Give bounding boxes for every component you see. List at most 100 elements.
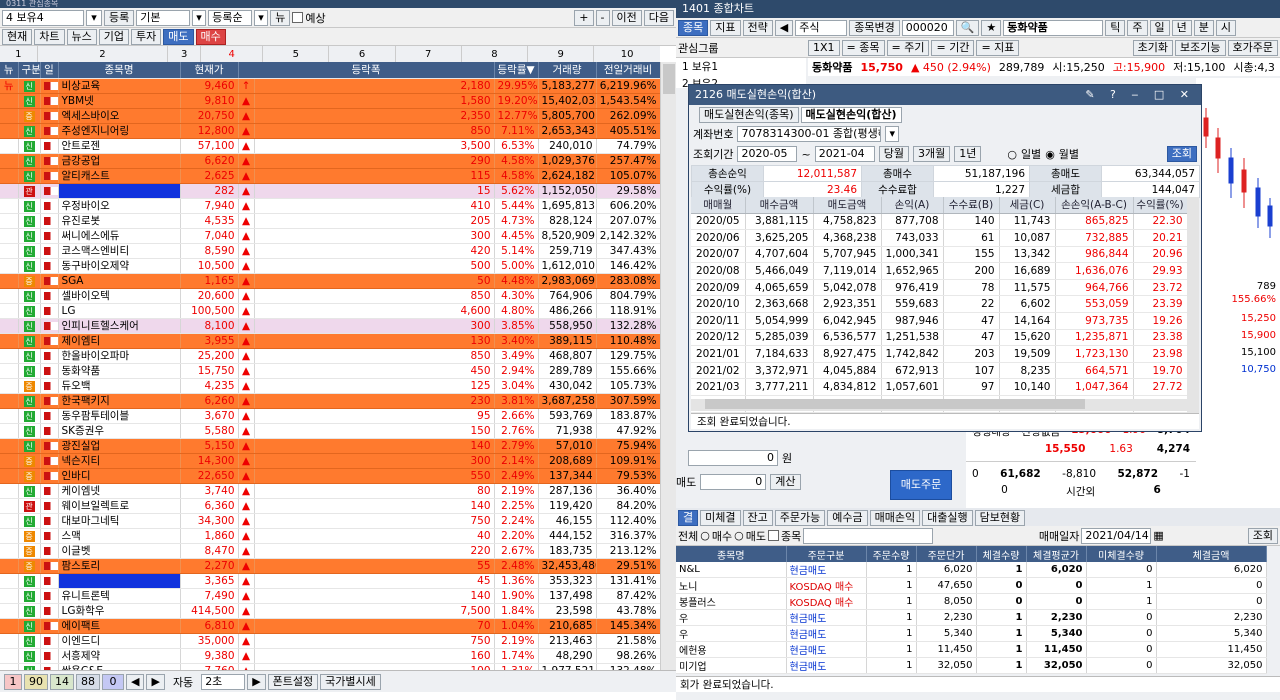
one-year-button[interactable]: 1년 (954, 146, 982, 162)
tab-pnl[interactable]: 매매손익 (869, 509, 921, 526)
stock-name[interactable]: 이글벳 (58, 543, 181, 559)
chart-tab-strategy[interactable]: 전략 (742, 19, 773, 36)
tab-orderable[interactable]: 주문가능 (774, 509, 826, 526)
profit-col-header[interactable]: 매매월 (691, 197, 746, 214)
sort-dropdown-icon[interactable]: ▾ (254, 9, 269, 26)
new-button[interactable]: 뉴 (270, 9, 291, 26)
stock-name[interactable]: LG (58, 303, 181, 319)
tab-loan[interactable]: 대출실행 (922, 509, 973, 526)
stock-name[interactable]: YBM넷 (58, 93, 181, 109)
aux-button[interactable]: 보조기능 (1175, 39, 1226, 56)
profit-col-header[interactable]: 손익(A) (881, 197, 944, 214)
col-new[interactable]: 뉴 (0, 62, 19, 79)
watchlist-row[interactable]: 신 유진로봇 4,535 ▲ 205 4.73% 828,124 207.07% (0, 213, 661, 229)
group-dropdown-icon[interactable]: ▾ (86, 9, 102, 26)
sell-qty-input[interactable]: 0 (700, 474, 767, 490)
watchlist-row[interactable]: 신 유니트론텍 7,490 ▲ 140 1.90% 137,498 87.42% (0, 588, 661, 604)
stock-name[interactable]: LG화학우 (58, 603, 181, 619)
watchlist-row[interactable]: 뉴 신 비상교육 9,460 ↑ 2,180 29.95% 5,183,277 6,219.96… (0, 78, 661, 94)
col-name[interactable]: 종목명 (58, 62, 181, 79)
stock-name[interactable]: 엑세스바이오 (58, 108, 181, 124)
period-day[interactable]: 일 (1149, 19, 1170, 36)
query-button[interactable]: 조회 (1166, 146, 1197, 162)
order-row[interactable]: 봉플러스 KOSDAQ 매수 1 8,050 0 0 1 0 (676, 593, 1267, 610)
search-icon[interactable]: 🔍 (955, 19, 980, 36)
stock-name[interactable]: 인피니트헬스케어 (58, 318, 181, 334)
tab-profit-by-stock[interactable]: 매도실현손익(종목) (699, 107, 799, 123)
watchlist-row[interactable]: 신 동우팜투테이블 3,670 ▲ 95 2.66% 593,769 183.87% (0, 408, 661, 424)
watchlist-row[interactable]: 신 동구바이오제약 10,500 ▲ 500 5.00% 1,612,010 146.42% (0, 258, 661, 274)
play-icon[interactable]: ▶ (247, 673, 266, 690)
watchlist-row[interactable]: 신 주성엔지니어링 12,800 ▲ 850 7.11% 2,653,343 405.51% (0, 123, 661, 139)
profit-row[interactable]: 2020/11 5,054,999 6,042,945 987,946 47 14,164… (691, 312, 1188, 330)
tab-chart[interactable]: 차트 (34, 28, 65, 45)
watchlist-row[interactable]: 신 케이엠넷 3,740 ▲ 80 2.19% 287,136 36.40% (0, 483, 661, 499)
stock-name[interactable]: 동구바이오제약 (58, 258, 181, 274)
sync-period[interactable]: = 주기 (886, 39, 930, 56)
stock-name[interactable]: 동우팜투테이블 (58, 408, 181, 424)
watchlist-row[interactable]: 신 이엔드디 35,000 ▲ 750 2.19% 213,463 21.58% (0, 633, 661, 649)
col-price[interactable]: 현재가 (180, 62, 239, 79)
col-type[interactable]: 구분 (18, 62, 41, 79)
order-col-header[interactable]: 주문구분 (786, 546, 867, 562)
interval-select[interactable]: 2초 (201, 673, 246, 690)
stock-name[interactable]: 한국팩키지 (58, 393, 181, 409)
stock-name[interactable]: 유니트론텍 (58, 588, 181, 604)
chart-tab-stock[interactable]: 종목 (678, 19, 709, 36)
tab-sell[interactable]: 매도 (163, 28, 194, 45)
order-col-header[interactable]: 주문수량 (866, 546, 917, 562)
col-prev-ratio[interactable]: 전일거래비 (596, 62, 661, 79)
col-volume[interactable]: 거래량 (538, 62, 597, 79)
minus-button[interactable]: - (595, 9, 610, 26)
tab-unexecuted[interactable]: 미체결 (700, 509, 741, 526)
watchlist-row[interactable]: 신 YBM넷 9,810 ▲ 1,580 19.20% 15,402,035 1,543.54… (0, 93, 661, 109)
stock-name[interactable]: 셀바이오텍 (58, 288, 181, 304)
radio-daily-icon[interactable]: ○ (1007, 148, 1017, 161)
col-day[interactable]: 일 (40, 62, 59, 79)
watchlist-row[interactable]: 신 3,365 ▲ 45 1.36% 353,323 131.41% (0, 573, 661, 589)
chart-prev-icon[interactable]: ◀ (774, 19, 794, 36)
stock-checkbox[interactable] (767, 530, 779, 541)
stock-name[interactable]: 넥슨지티 (58, 453, 181, 469)
month-button[interactable]: 당월 (878, 146, 909, 162)
type-select[interactable]: 주식 (795, 19, 848, 36)
order-row[interactable]: 우 현금매도 1 2,230 1 2,230 0 2,230 (676, 609, 1267, 626)
watchlist-row[interactable]: 신 LG 100,500 ▲ 4,600 4.80% 486,266 118.91% (0, 303, 661, 319)
price-chart-area[interactable] (1196, 78, 1280, 246)
profit-col-header[interactable]: 수익률(%) (1133, 197, 1188, 214)
order-row[interactable]: 노니 KOSDAQ 매수 1 47,650 0 0 1 0 (676, 577, 1267, 594)
watchlist-row[interactable]: 신 코스맥스엔비티 8,590 ▲ 420 5.14% 259,719 347.43% (0, 243, 661, 259)
stock-name[interactable] (58, 573, 181, 589)
profit-row[interactable]: 2020/10 2,363,668 2,923,351 559,683 22 6,602 5… (691, 295, 1188, 314)
order-col-header[interactable]: 체결수량 (976, 546, 1027, 562)
sell-order-button[interactable]: 매도주문 (890, 470, 952, 500)
profit-scrollbar[interactable] (1187, 197, 1199, 415)
stock-name[interactable]: 제이엠티 (58, 333, 181, 349)
stock-name[interactable]: 금강공업 (58, 153, 181, 169)
group-item[interactable]: 1 보유1 (676, 58, 806, 75)
radio-all[interactable]: 전체 (678, 528, 698, 544)
watchlist-row[interactable]: 신 LG화학우 414,500 ▲ 7,500 1.84% 23,598 43.78% (0, 603, 661, 619)
stock-name[interactable]: 인바디 (58, 468, 181, 484)
code-input[interactable]: 000020 (901, 19, 954, 36)
watchlist-row[interactable]: 신 셀바이오텍 20,600 ▲ 850 4.30% 764,906 804.79% (0, 288, 661, 304)
tab-invest[interactable]: 투자 (131, 28, 162, 45)
stock-name[interactable]: 동화약품 (58, 363, 181, 379)
tab-collateral[interactable]: 담보현황 (974, 509, 1026, 526)
view-dropdown-icon[interactable]: ▾ (192, 9, 207, 26)
yesang-checkbox[interactable] (292, 12, 304, 23)
tab-profit-total[interactable]: 매도실현손익(합산) (800, 107, 902, 123)
profit-col-header[interactable]: 수수료(B) (943, 197, 1000, 214)
watchlist-row[interactable]: 증 듀오백 4,235 ▲ 125 3.04% 430,042 105.73% (0, 378, 661, 394)
profit-row[interactable]: 2020/06 3,625,205 4,368,238 743,033 61 10,087… (691, 229, 1188, 247)
register-button[interactable]: 등록 (104, 9, 135, 26)
order-col-header[interactable]: 종목명 (676, 546, 787, 562)
watchlist-row[interactable]: 신 한올바이오파마 25,200 ▲ 850 3.49% 468,807 129.75% (0, 348, 661, 364)
watchlist-row[interactable]: 증 이글벳 8,470 ▲ 220 2.67% 183,735 213.12% (0, 543, 661, 559)
price-input[interactable]: 0 (688, 450, 778, 466)
order-col-header[interactable]: 미체결수량 (1086, 546, 1157, 562)
tab-news[interactable]: 뉴스 (66, 28, 97, 45)
watchlist-row[interactable]: 신 우정바이오 7,940 ▲ 410 5.44% 1,695,813 606.20% (0, 198, 661, 214)
order-row[interactable]: 미기업 현금매도 1 32,050 1 32,050 0 32,050 (676, 657, 1267, 674)
next-button[interactable]: 다음 (643, 9, 674, 26)
